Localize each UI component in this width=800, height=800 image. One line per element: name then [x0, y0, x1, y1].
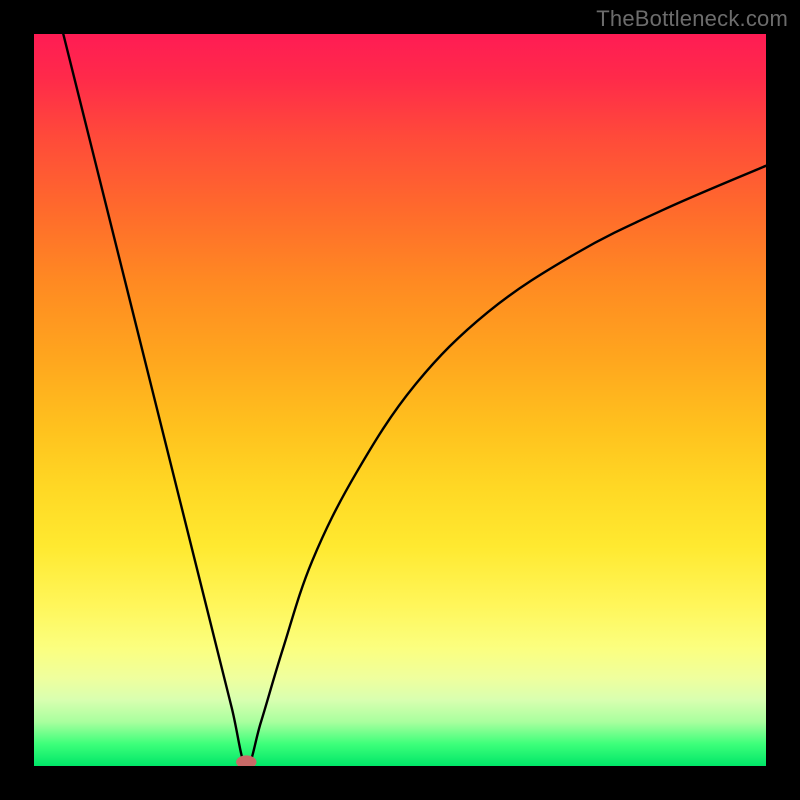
bottleneck-curve: [63, 34, 766, 766]
curve-layer: [34, 34, 766, 766]
minimum-marker: [236, 755, 257, 766]
watermark-text: TheBottleneck.com: [596, 6, 788, 32]
plot-area: [34, 34, 766, 766]
chart-frame: TheBottleneck.com: [0, 0, 800, 800]
